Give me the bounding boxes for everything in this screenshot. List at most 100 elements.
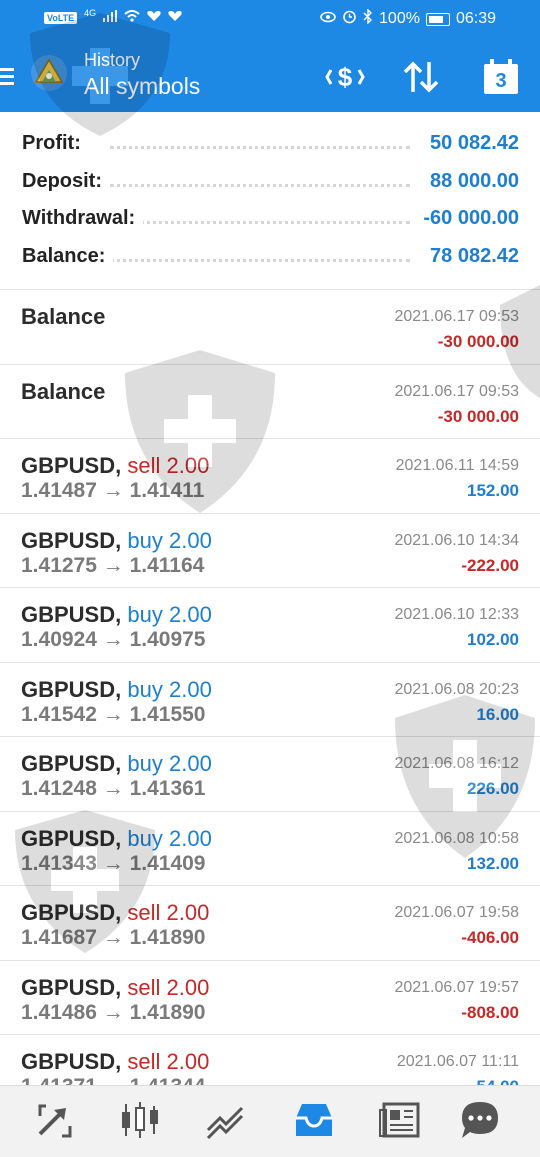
summary-value: 50 082.42 xyxy=(422,132,519,155)
entry-volume: 2.00 xyxy=(166,974,210,1000)
page-subtitle: History xyxy=(84,50,141,70)
list-item[interactable]: GBPUSD, sell 2.00 1.41487 → 1.41411 2021… xyxy=(0,438,540,513)
entry-title: GBPUSD, buy 2.00 xyxy=(21,528,212,554)
signal-icon xyxy=(103,10,118,25)
summary-value: 88 000.00 xyxy=(422,169,519,193)
entry-title: GBPUSD, sell 2.00 xyxy=(21,453,209,479)
entry-side: buy xyxy=(127,602,163,627)
entry-symbol: GBPUSD, xyxy=(21,825,122,851)
list-item[interactable]: GBPUSD, buy 2.00 1.41248 → 1.41361 2021.… xyxy=(0,736,540,811)
calendar-icon[interactable]: 3 xyxy=(480,56,522,98)
page-title[interactable]: All symbols xyxy=(84,73,200,100)
status-right: 100% 06:39 xyxy=(320,8,496,29)
clock-time: 06:39 xyxy=(455,10,496,27)
entry-prices: 1.41343 → 1.41409 xyxy=(21,851,206,875)
history-list: Balance 2021.06.17 09:53 -30 000.00 Bala… xyxy=(0,289,540,1109)
entry-date: 2021.06.08 20:23 xyxy=(394,680,519,698)
list-item[interactable]: Balance 2021.06.17 09:53 -30 000.00 xyxy=(0,289,540,364)
entry-symbol: GBPUSD, xyxy=(21,900,122,925)
list-item[interactable]: GBPUSD, sell 2.00 1.41486 → 1.41890 2021… xyxy=(0,959,540,1035)
top-bar: VoLTE 4G 100% 06:39 History All symbols … xyxy=(0,0,540,112)
summary-row-deposit: Deposit: 88 000.00 xyxy=(0,162,540,200)
metatrader-logo-icon xyxy=(28,52,70,94)
list-item[interactable]: GBPUSD, buy 2.00 1.41542 → 1.41550 2021.… xyxy=(0,661,540,737)
entry-date: 2021.06.07 19:57 xyxy=(394,978,519,996)
volte-badge: VoLTE xyxy=(44,11,78,24)
entry-volume: 2.00 xyxy=(166,900,210,925)
entry-prices: 1.41275 → 1.41164 xyxy=(21,553,205,577)
entry-amount: 226.00 xyxy=(467,779,519,798)
entry-amount: -30 000.00 xyxy=(437,406,519,426)
entry-date: 2021.06.17 09:53 xyxy=(394,308,519,325)
calendar-day: 3 xyxy=(495,70,507,92)
entry-amount: 102.00 xyxy=(467,630,519,649)
entry-date: 2021.06.07 19:58 xyxy=(394,904,519,921)
entry-volume: 2.00 xyxy=(168,602,212,627)
entry-volume: 2.00 xyxy=(168,676,212,702)
entry-amount: 16.00 xyxy=(476,704,519,724)
news-nav-icon[interactable] xyxy=(378,1100,422,1140)
entry-side: sell xyxy=(127,900,161,925)
summary-value: 78 082.42 xyxy=(422,244,519,268)
entry-amount: -222.00 xyxy=(461,555,519,575)
entry-date: 2021.06.17 09:53 xyxy=(394,382,519,400)
entry-prices: 1.41487 → 1.41411 xyxy=(21,479,205,502)
entry-title: GBPUSD, buy 2.00 xyxy=(21,826,212,852)
chat-nav-icon[interactable] xyxy=(458,1100,502,1140)
header-titles: History All symbols xyxy=(84,50,200,100)
currency-switch-icon[interactable]: $ xyxy=(324,56,366,98)
entry-date: 2021.06.08 10:58 xyxy=(394,829,519,847)
entry-date: 2021.06.10 12:33 xyxy=(394,606,519,623)
network-type: 4G xyxy=(84,7,97,18)
entry-volume: 2.00 xyxy=(168,527,212,553)
summary-row-profit: Profit: 50 082.42 xyxy=(0,124,540,162)
summary-row-balance: Balance: 78 082.42 xyxy=(0,237,540,275)
list-item[interactable]: GBPUSD, buy 2.00 1.40924 → 1.40975 2021.… xyxy=(0,587,540,662)
history-nav-icon[interactable] xyxy=(292,1100,336,1140)
entry-title: GBPUSD, sell 2.00 xyxy=(21,975,209,1001)
svg-text:$: $ xyxy=(338,62,353,92)
health-icon xyxy=(147,10,161,25)
entry-title: Balance xyxy=(21,304,106,329)
entry-symbol: GBPUSD, xyxy=(21,453,122,478)
entry-symbol: GBPUSD, xyxy=(21,527,122,553)
summary-label: Deposit: xyxy=(22,169,110,193)
entry-side: sell xyxy=(127,1049,161,1074)
entry-side: buy xyxy=(127,676,163,702)
quotes-nav-icon[interactable] xyxy=(32,1100,76,1140)
entry-title: GBPUSD, sell 2.00 xyxy=(21,900,209,926)
entry-symbol: GBPUSD, xyxy=(21,751,122,776)
entry-title: GBPUSD, buy 2.00 xyxy=(21,751,212,777)
app-bar: History All symbols $ 3 xyxy=(0,38,540,112)
entry-volume: 2.00 xyxy=(168,751,212,776)
list-item[interactable]: Balance 2021.06.17 09:53 -30 000.00 xyxy=(0,363,540,439)
entry-symbol: GBPUSD, xyxy=(21,676,122,702)
battery-icon xyxy=(425,12,450,26)
list-item[interactable]: GBPUSD, buy 2.00 1.41275 → 1.41164 2021.… xyxy=(0,512,540,588)
trade-nav-icon[interactable] xyxy=(204,1100,248,1140)
entry-symbol: GBPUSD, xyxy=(21,1049,122,1074)
entry-side: buy xyxy=(127,751,163,776)
entry-prices: 1.41248 → 1.41361 xyxy=(21,777,206,800)
entry-prices: 1.40924 → 1.40975 xyxy=(21,628,206,651)
alarm-icon xyxy=(342,9,357,29)
chart-nav-icon[interactable] xyxy=(118,1100,162,1140)
eye-icon xyxy=(320,10,336,28)
entry-title: Balance xyxy=(21,378,106,404)
summary-row-withdrawal: Withdrawal: -60 000.00 xyxy=(0,199,540,237)
entry-side: buy xyxy=(127,825,163,851)
menu-icon[interactable] xyxy=(0,68,14,86)
dot-leader xyxy=(110,258,410,262)
status-left: VoLTE 4G xyxy=(44,7,182,25)
entry-prices: 1.41542 → 1.41550 xyxy=(21,702,206,726)
entry-symbol: GBPUSD, xyxy=(21,974,122,1000)
list-item[interactable]: GBPUSD, buy 2.00 1.41343 → 1.41409 2021.… xyxy=(0,810,540,886)
entry-volume: 2.00 xyxy=(168,825,212,851)
entry-volume: 2.00 xyxy=(166,453,210,478)
summary-label: Balance: xyxy=(22,244,114,268)
summary-label: Withdrawal: xyxy=(22,207,144,230)
list-item[interactable]: GBPUSD, sell 2.00 1.41687 → 1.41890 2021… xyxy=(0,885,540,960)
sort-icon[interactable] xyxy=(400,56,442,98)
entry-prices: 1.41486 → 1.41890 xyxy=(21,1000,206,1024)
entry-title: GBPUSD, buy 2.00 xyxy=(21,602,212,628)
